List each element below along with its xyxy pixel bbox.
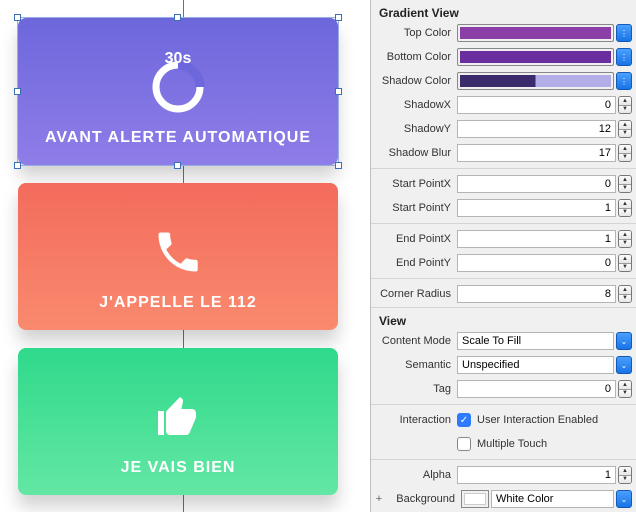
top-color-well[interactable] [457,24,614,42]
shadowy-field[interactable] [457,120,616,138]
content-mode-select[interactable]: Scale To Fill [457,332,614,350]
endx-field[interactable] [457,230,616,248]
mt-checkbox[interactable] [457,437,471,451]
call-title: J'APPELLE LE 112 [99,294,257,312]
card-countdown[interactable]: 30s AVANT ALERTE AUTOMATIQUE [18,18,338,165]
starty-field[interactable] [457,199,616,217]
bottom-color-well[interactable] [457,48,614,66]
background-dropdown[interactable]: ⌄ [616,490,632,508]
alpha-stepper[interactable]: ▲▼ [618,466,632,484]
mt-label: Multiple Touch [477,438,547,450]
semantic-dropdown[interactable]: ⌄ [616,356,632,374]
endx-stepper[interactable]: ▲▼ [618,230,632,248]
shadowblur-stepper[interactable]: ▲▼ [618,144,632,162]
label-tag: Tag [371,383,457,395]
label-starty: Start PointY [371,202,457,214]
label-shadowx: ShadowX [371,99,457,111]
card-call[interactable]: J'APPELLE LE 112 [18,183,338,330]
shadow-color-well[interactable] [457,72,614,90]
label-background: Background [383,493,461,505]
label-interaction: Interaction [371,414,457,426]
background-select[interactable]: White Color [491,490,614,508]
label-top-color: Top Color [371,27,457,39]
section-gradient-view: Gradient View [371,0,636,22]
bottom-color-dropdown[interactable]: ⋮ [616,48,632,66]
shadow-color-dropdown[interactable]: ⋮ [616,72,632,90]
thumbs-up-icon [154,393,202,441]
label-endx: End PointX [371,233,457,245]
alpha-field[interactable] [457,466,616,484]
tag-stepper[interactable]: ▲▼ [618,380,632,398]
shadowblur-field[interactable] [457,144,616,162]
shadowx-stepper[interactable]: ▲▼ [618,96,632,114]
label-shadowblur: Shadow Blur [371,147,457,159]
content-mode-dropdown[interactable]: ⌄ [616,332,632,350]
label-alpha: Alpha [371,469,457,481]
inspector-panel: Gradient View Top Color ⋮ Bottom Color ⋮… [370,0,636,512]
label-endy: End PointY [371,257,457,269]
semantic-select[interactable]: Unspecified [457,356,614,374]
section-view: View [371,307,636,330]
endy-field[interactable] [457,254,616,272]
label-corner-radius: Corner Radius [371,288,457,300]
background-add[interactable]: + [375,493,383,505]
label-content-mode: Content Mode [371,335,457,347]
startx-field[interactable] [457,175,616,193]
background-swatch[interactable] [461,490,489,508]
ib-canvas[interactable]: 30s AVANT ALERTE AUTOMATIQUE J'APPELLE L… [0,0,370,512]
uie-checkbox[interactable]: ✓ [457,413,471,427]
phone-icon [152,226,204,278]
card-ok[interactable]: JE VAIS BIEN [18,348,338,495]
uie-label: User Interaction Enabled [477,414,598,426]
countdown-title: AVANT ALERTE AUTOMATIQUE [45,129,311,147]
countdown-timer-label: 30s [165,50,192,68]
corner-radius-field[interactable] [457,285,616,303]
endy-stepper[interactable]: ▲▼ [618,254,632,272]
shadowy-stepper[interactable]: ▲▼ [618,120,632,138]
starty-stepper[interactable]: ▲▼ [618,199,632,217]
label-shadowy: ShadowY [371,123,457,135]
startx-stepper[interactable]: ▲▼ [618,175,632,193]
label-shadow-color: Shadow Color [371,75,457,87]
corner-radius-stepper[interactable]: ▲▼ [618,285,632,303]
label-semantic: Semantic [371,359,457,371]
top-color-dropdown[interactable]: ⋮ [616,24,632,42]
tag-field[interactable] [457,380,616,398]
ok-title: JE VAIS BIEN [121,459,236,477]
label-bottom-color: Bottom Color [371,51,457,63]
label-startx: Start PointX [371,178,457,190]
shadowx-field[interactable] [457,96,616,114]
